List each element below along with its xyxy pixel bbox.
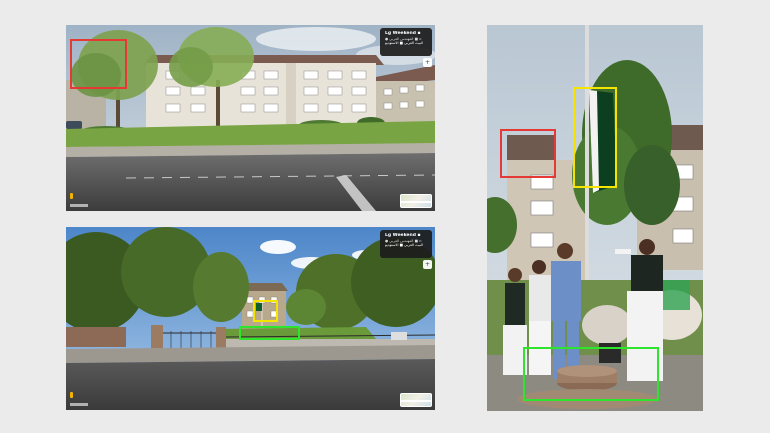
plus-icon[interactable]: + bbox=[423, 260, 432, 269]
road bbox=[66, 153, 435, 211]
street-view-bottom-info-card[interactable]: Lg Weekend ▪ ● المهندس العربي ■ ▫ البيت … bbox=[380, 230, 432, 258]
marker-green-flagpole-base bbox=[523, 347, 659, 401]
ceremony-photo bbox=[487, 25, 703, 411]
marker-yellow-flag-location bbox=[253, 300, 278, 322]
road bbox=[66, 359, 435, 410]
street-view-top-info-card[interactable]: Lg Weekend ▪ ● المهندس العربي ■ ▫ البيت … bbox=[380, 28, 432, 56]
street-view-top: Lg Weekend ▪ ● المهندس العربي ■ ▫ البيت … bbox=[66, 25, 435, 211]
pegman-icon[interactable] bbox=[70, 193, 73, 199]
minimap[interactable] bbox=[400, 194, 432, 208]
logo-mark bbox=[70, 204, 88, 207]
pegman-icon[interactable] bbox=[70, 392, 73, 398]
marker-green-flagpole-base bbox=[239, 326, 300, 340]
plus-icon[interactable]: + bbox=[423, 58, 432, 67]
info-card-title: Lg Weekend ▪ bbox=[385, 233, 421, 238]
logo-mark bbox=[70, 403, 88, 406]
info-card-title: Lg Weekend ▪ bbox=[385, 31, 421, 36]
marker-yellow-flag bbox=[573, 87, 617, 188]
info-card-address: البيت العربي ■ الاستوديو bbox=[385, 243, 423, 248]
marker-red-building-corner bbox=[500, 129, 556, 178]
street-view-bottom: Lg Weekend ▪ ● المهندس العربي ■ ▫ البيت … bbox=[66, 227, 435, 410]
info-card-address: البيت العربي ■ الاستوديو bbox=[385, 41, 423, 46]
minimap[interactable] bbox=[400, 393, 432, 407]
marker-red-building-corner bbox=[70, 39, 127, 89]
